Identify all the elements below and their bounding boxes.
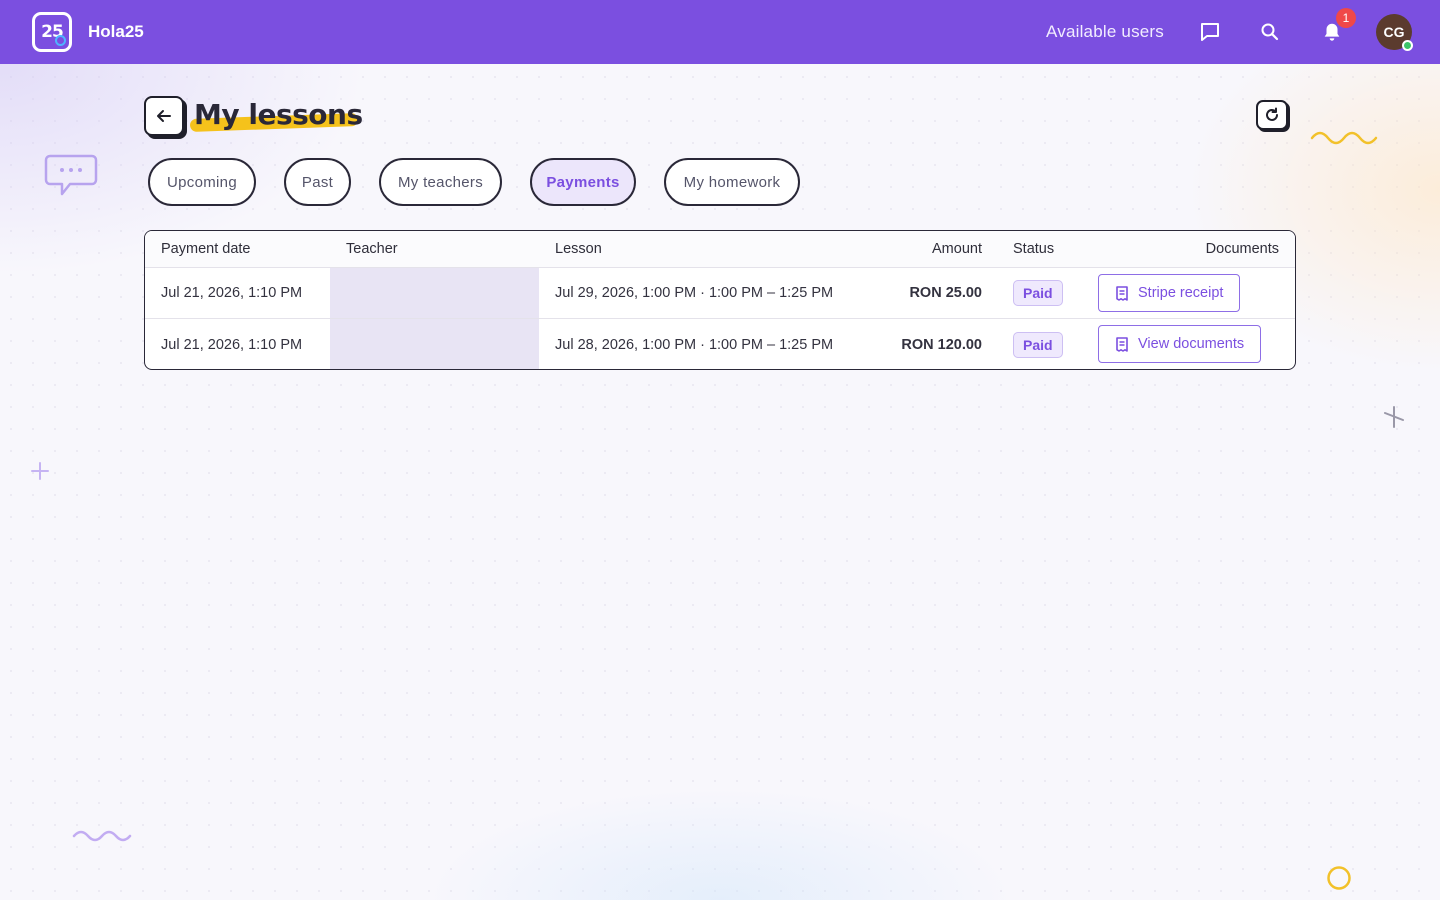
header-documents: Documents bbox=[1205, 241, 1279, 257]
tab-my-teachers[interactable]: My teachers bbox=[379, 158, 502, 206]
page-title-wrap: My lessons bbox=[189, 96, 363, 136]
stripe-receipt-button[interactable]: Stripe receipt bbox=[1098, 274, 1241, 312]
table-header-row: Payment date Teacher Lesson Amount Statu… bbox=[145, 231, 1295, 268]
tab-my-homework[interactable]: My homework bbox=[664, 158, 800, 206]
status-badge: Paid bbox=[1013, 280, 1063, 306]
page-title: My lessons bbox=[194, 98, 363, 131]
receipt-icon bbox=[1116, 336, 1128, 352]
status-badge: Paid bbox=[1013, 331, 1063, 358]
topbar-actions: Available users 1 CG bbox=[1046, 8, 1413, 51]
tab-payments[interactable]: Payments bbox=[530, 158, 636, 206]
table-row: Jul 21, 2026, 1:10 PM Jul 29, 2026, 1:00… bbox=[145, 268, 1295, 319]
user-avatar[interactable]: CG bbox=[1376, 14, 1413, 51]
header-status: Status bbox=[1013, 241, 1055, 257]
squiggle-decoration-yellow bbox=[1310, 131, 1378, 145]
tab-upcoming[interactable]: Upcoming bbox=[148, 158, 256, 206]
lesson-cell: Jul 28, 2026, 1:00 PM · 1:00 PM – 1:25 P… bbox=[555, 336, 834, 353]
app-logo[interactable]: 25 bbox=[32, 12, 72, 52]
header-amount: Amount bbox=[932, 241, 982, 257]
plus-decoration bbox=[31, 462, 49, 480]
search-icon bbox=[1261, 23, 1279, 41]
payment-date-cell: Jul 21, 2026, 1:10 PM bbox=[161, 336, 303, 353]
logo-dot-icon bbox=[55, 35, 66, 46]
header-lesson: Lesson bbox=[555, 241, 602, 257]
receipt-icon bbox=[1116, 285, 1128, 301]
sparkle-decoration bbox=[1384, 406, 1404, 428]
circle-decoration bbox=[1327, 866, 1351, 890]
back-arrow-icon bbox=[157, 110, 171, 122]
teacher-cell bbox=[330, 268, 539, 318]
online-status-icon bbox=[1402, 40, 1413, 51]
payment-date-cell: Jul 21, 2026, 1:10 PM bbox=[161, 285, 303, 301]
chat-icon bbox=[1201, 23, 1219, 41]
squiggle-decoration-purple bbox=[72, 830, 132, 842]
amount-cell: RON 25.00 bbox=[909, 285, 982, 301]
status-cell: Paid bbox=[1013, 268, 1063, 318]
avatar-initials: CG bbox=[1383, 24, 1405, 40]
teacher-cell bbox=[330, 319, 539, 369]
notification-badge: 1 bbox=[1336, 8, 1356, 28]
view-documents-button[interactable]: View documents bbox=[1098, 325, 1262, 363]
app-name[interactable]: Hola25 bbox=[88, 22, 144, 42]
refresh-icon bbox=[1266, 107, 1278, 121]
lesson-cell: Jul 29, 2026, 1:00 PM · 1:00 PM – 1:25 P… bbox=[555, 285, 834, 301]
speech-bubble-decoration bbox=[44, 154, 98, 196]
refresh-button[interactable] bbox=[1256, 100, 1288, 130]
header-teacher: Teacher bbox=[346, 241, 398, 257]
document-button-label: Stripe receipt bbox=[1138, 285, 1224, 301]
table-row: Jul 21, 2026, 1:10 PM Jul 28, 2026, 1:00… bbox=[145, 319, 1295, 369]
tab-past[interactable]: Past bbox=[284, 158, 351, 206]
header-payment-date: Payment date bbox=[161, 241, 251, 257]
payments-table: Payment date Teacher Lesson Amount Statu… bbox=[144, 230, 1296, 370]
messages-button[interactable] bbox=[1198, 20, 1222, 44]
top-navigation-bar: 25 Hola25 Available users 1 CG bbox=[0, 0, 1440, 64]
available-users-link[interactable]: Available users bbox=[1046, 22, 1164, 42]
notifications-button[interactable]: 1 bbox=[1320, 8, 1356, 44]
status-cell: Paid bbox=[1013, 319, 1063, 369]
amount-cell: RON 120.00 bbox=[901, 336, 982, 353]
document-button-label: View documents bbox=[1138, 336, 1245, 352]
search-button[interactable] bbox=[1258, 20, 1282, 44]
back-button[interactable] bbox=[144, 96, 184, 136]
